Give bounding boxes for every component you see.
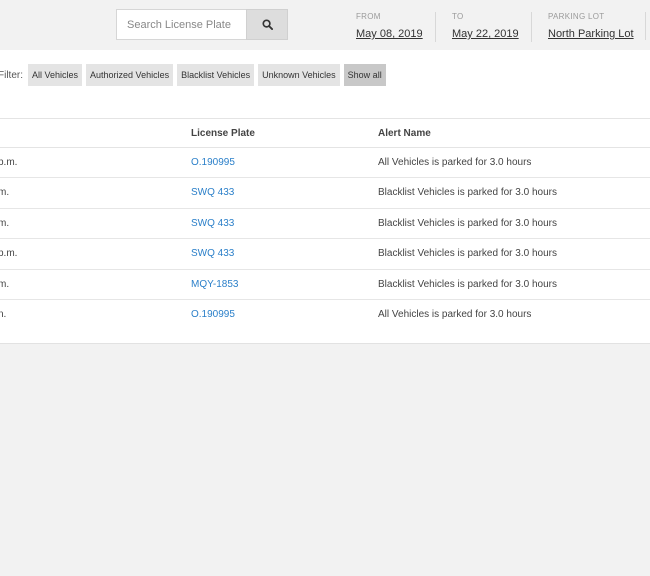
- time-cell: m.: [0, 217, 10, 229]
- vehicle-filter-row: Filter: All Vehicles Authorized Vehicles…: [0, 64, 390, 86]
- table-body: p.m. O.190995 All Vehicles is parked for…: [0, 148, 650, 330]
- parking-lot-label: PARKING LOT: [548, 12, 605, 21]
- license-plate-link[interactable]: SWQ 433: [191, 218, 234, 229]
- search-icon: [261, 19, 273, 30]
- to-date-link[interactable]: May 22, 2019: [452, 28, 519, 40]
- time-cell: n.: [0, 308, 7, 320]
- alert-name-cell: Blacklist Vehicles is parked for 3.0 hou…: [378, 217, 557, 229]
- to-date-filter: TO May 22, 2019: [435, 12, 519, 42]
- chip-show-all[interactable]: Show all: [343, 64, 386, 86]
- alert-name-cell: Blacklist Vehicles is parked for 3.0 hou…: [378, 278, 557, 290]
- chip-all-vehicles[interactable]: All Vehicles: [28, 64, 83, 86]
- alerts-table: License Plate Alert Name p.m. O.190995 A…: [0, 118, 650, 330]
- chip-authorized-vehicles[interactable]: Authorized Vehicles: [86, 64, 174, 86]
- search-box: [116, 9, 288, 40]
- from-label: FROM: [356, 12, 381, 21]
- alert-name-cell: All Vehicles is parked for 3.0 hours: [378, 308, 532, 320]
- chip-unknown-vehicles[interactable]: Unknown Vehicles: [258, 64, 340, 86]
- search-input[interactable]: [116, 9, 246, 40]
- column-header-license-plate[interactable]: License Plate: [191, 128, 255, 139]
- table-row[interactable]: m. SWQ 433 Blacklist Vehicles is parked …: [0, 178, 650, 209]
- column-header-alert-name[interactable]: Alert Name: [378, 128, 431, 139]
- alert-name-cell: Blacklist Vehicles is parked for 3.0 hou…: [378, 248, 557, 260]
- time-cell: m.: [0, 278, 10, 290]
- table-row[interactable]: p.m. O.190995 All Vehicles is parked for…: [0, 148, 650, 179]
- chip-blacklist-vehicles[interactable]: Blacklist Vehicles: [177, 64, 255, 86]
- alert-name-cell: All Vehicles is parked for 3.0 hours: [378, 157, 532, 168]
- search-button[interactable]: [246, 9, 288, 40]
- parking-lot-link[interactable]: North Parking Lot: [548, 28, 634, 40]
- top-bar: FROM May 08, 2019 TO May 22, 2019 PARKIN…: [0, 0, 650, 50]
- license-plate-link[interactable]: O.190995: [191, 157, 235, 168]
- table-row[interactable]: n. O.190995 All Vehicles is parked for 3…: [0, 300, 650, 330]
- license-plate-link[interactable]: MQY-1853: [191, 279, 238, 290]
- from-date-link[interactable]: May 08, 2019: [356, 28, 423, 40]
- time-cell: p.m.: [0, 157, 18, 168]
- filter-label: Filter:: [0, 69, 23, 81]
- table-row[interactable]: p.m. SWQ 433 Blacklist Vehicles is parke…: [0, 239, 650, 270]
- divider: [645, 12, 646, 40]
- time-cell: p.m.: [0, 248, 18, 260]
- time-cell: m.: [0, 187, 10, 199]
- license-plate-link[interactable]: SWQ 433: [191, 187, 234, 198]
- from-date-filter: FROM May 08, 2019: [356, 12, 423, 42]
- license-plate-link[interactable]: O.190995: [191, 309, 235, 320]
- parking-lot-filter: PARKING LOT North Parking Lot: [531, 12, 634, 42]
- table-header: License Plate Alert Name: [0, 118, 650, 148]
- table-row[interactable]: m. SWQ 433 Blacklist Vehicles is parked …: [0, 209, 650, 240]
- alert-name-cell: Blacklist Vehicles is parked for 3.0 hou…: [378, 187, 557, 199]
- license-plate-link[interactable]: SWQ 433: [191, 248, 234, 259]
- to-label: TO: [452, 12, 464, 21]
- table-row[interactable]: m. MQY-1853 Blacklist Vehicles is parked…: [0, 270, 650, 300]
- alerts-panel: Filter: All Vehicles Authorized Vehicles…: [0, 50, 650, 344]
